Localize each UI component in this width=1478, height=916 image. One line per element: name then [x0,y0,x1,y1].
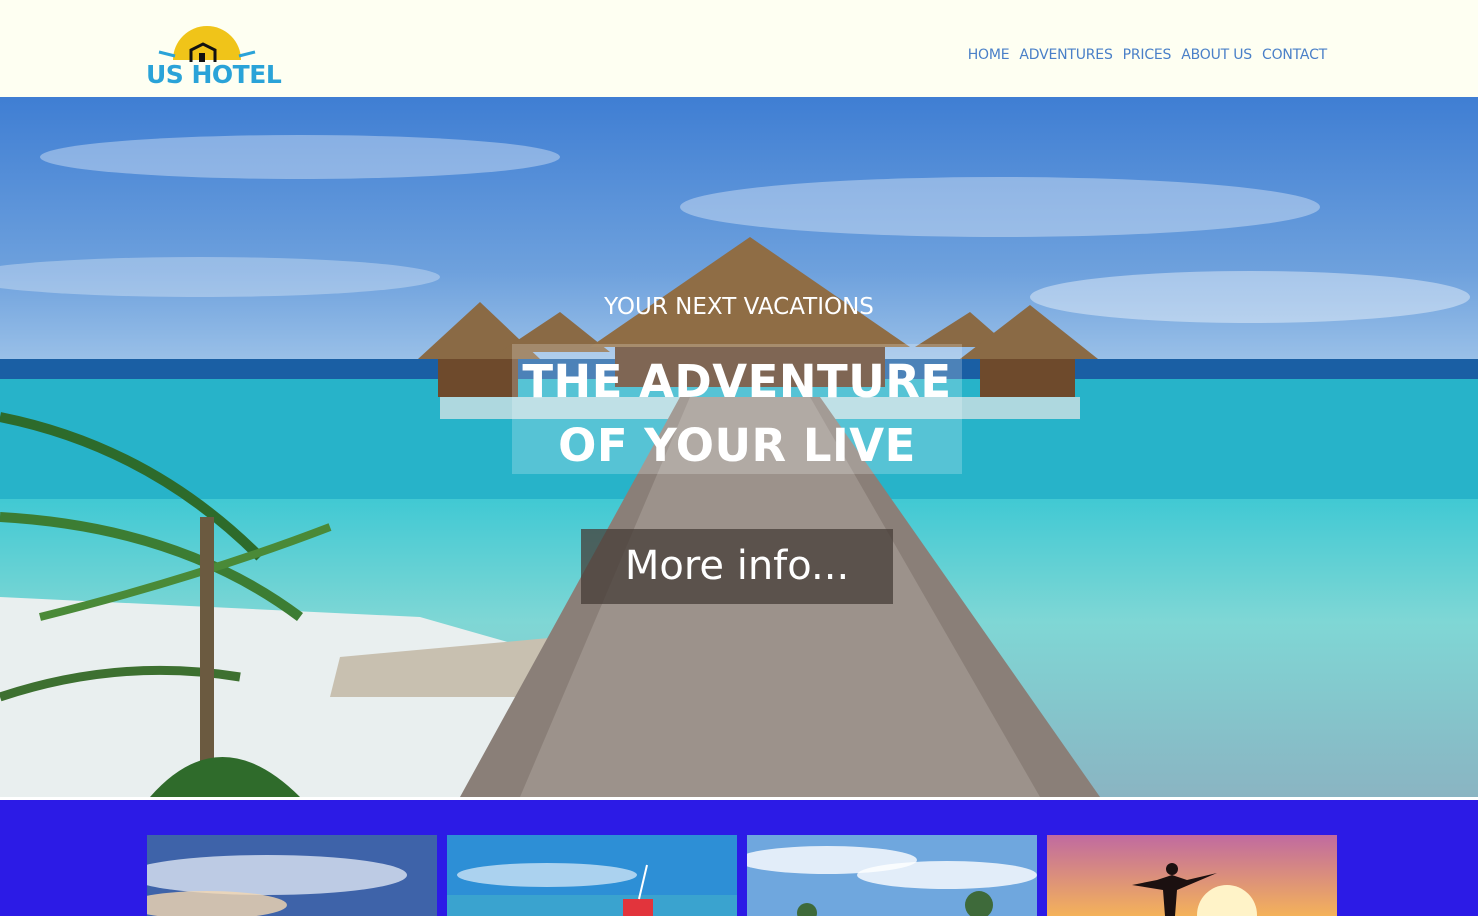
nav-prices[interactable]: PRICES [1123,47,1172,63]
more-info-button[interactable]: More info... [581,529,893,604]
gallery-thumb-sunset[interactable] [1047,835,1337,916]
gallery-thumb-drink[interactable] [447,835,737,916]
hero-title-line1: THE ADVENTURE [522,355,952,408]
gallery-thumb-island[interactable] [747,835,1037,916]
site-header: US HOTEL HOME ADVENTURES PRICES ABOUT US… [0,0,1478,97]
main-nav: HOME ADVENTURES PRICES ABOUT US CONTACT [968,47,1328,63]
nav-home[interactable]: HOME [968,47,1010,63]
nav-contact[interactable]: CONTACT [1262,47,1327,63]
gallery-thumb-sky[interactable] [147,835,437,916]
nav-adventures[interactable]: ADVENTURES [1019,47,1112,63]
logo-text: US HOTEL [146,60,282,89]
nav-about-us[interactable]: ABOUT US [1181,47,1252,63]
hero-banner: YOUR NEXT VACATIONS THE ADVENTURE OF YOU… [0,97,1478,797]
hero-title-box: THE ADVENTURE OF YOUR LIVE [512,344,962,474]
logo[interactable]: US HOTEL [145,22,282,90]
hero-title-line2: OF YOUR LIVE [558,419,916,472]
hero-title: THE ADVENTURE OF YOUR LIVE [512,350,962,478]
hero-subtitle: YOUR NEXT VACATIONS [604,294,874,320]
